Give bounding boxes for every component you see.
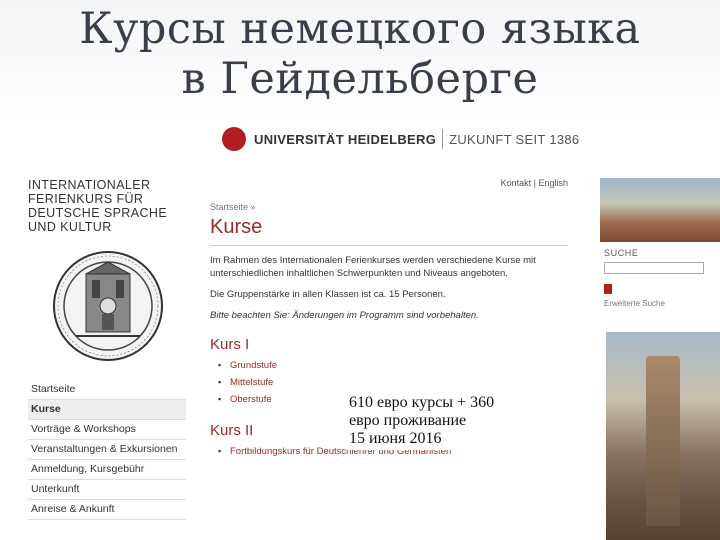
slide-title-line-1: Курсы немецкого языка: [79, 4, 641, 54]
institute-name-line: FERIENKURS FÜR: [28, 192, 144, 206]
institute-name-line: DEUTSCHE SPRACHE: [28, 206, 168, 220]
kurs-link-mittelstufe[interactable]: Mittelstufe: [218, 374, 574, 391]
sidebar-item-anmeldung[interactable]: Anmeldung, Kursgebühr: [28, 460, 186, 480]
institute-name-line: UND KULTUR: [28, 220, 112, 234]
search-label: SUCHE: [604, 248, 639, 258]
program-notice: Bitte beachten Sie: Änderungen im Progra…: [210, 310, 479, 321]
header-divider: [442, 129, 444, 149]
heading-divider: [210, 245, 568, 246]
university-logo-icon: [222, 127, 246, 151]
left-sidebar: INTERNATIONALER FERIENKURS FÜR DEUTSCHE …: [28, 178, 188, 367]
sidebar-item-veranstaltungen[interactable]: Veranstaltungen & Exkursionen: [28, 440, 186, 460]
intro-text: Im Rahmen des Internationalen Ferienkurs…: [210, 255, 536, 279]
university-name: UNIVERSITÄT HEIDELBERG: [254, 131, 437, 147]
search-input[interactable]: [604, 262, 704, 274]
slide-title: Курсы немецкого языка в Гейдельберге: [0, 4, 720, 104]
page-title: Kurse: [210, 216, 263, 238]
fountain-column: [646, 356, 680, 526]
university-seal-icon: [53, 251, 163, 361]
price-overlay-line: евро проживание: [349, 412, 467, 429]
slide-title-line-2: в Гейдельберге: [181, 54, 539, 104]
website-screenshot: UNIVERSITÄT HEIDELBERG ZUKUNFT SEIT 1386…: [0, 118, 720, 540]
sidebar-item-vortraege[interactable]: Vorträge & Workshops: [28, 420, 186, 440]
sidebar-item-startseite[interactable]: Startseite: [28, 380, 186, 400]
university-tagline: ZUKUNFT SEIT 1386: [449, 131, 580, 147]
institute-name-line: INTERNATIONALER: [28, 178, 151, 192]
university-header[interactable]: UNIVERSITÄT HEIDELBERG ZUKUNFT SEIT 1386: [222, 124, 579, 154]
institute-name[interactable]: INTERNATIONALER FERIENKURS FÜR DEUTSCHE …: [28, 178, 188, 234]
sidebar-item-unterkunft[interactable]: Unterkunft: [28, 480, 186, 500]
right-sidebar: SUCHE Erweiterte Suche: [600, 178, 720, 540]
group-size-text: Die Gruppenstärke in allen Klassen ist c…: [210, 289, 446, 300]
sidebar-item-kurse[interactable]: Kurse: [28, 400, 186, 420]
search-submit-button[interactable]: [604, 284, 612, 294]
price-overlay-line: 610 евро курсы + 360: [349, 394, 495, 411]
kurs-1-heading: Kurs I: [210, 336, 250, 353]
breadcrumb[interactable]: Startseite »: [210, 202, 574, 212]
top-links: Kontakt | English: [501, 178, 568, 188]
price-overlay: 610 евро курсы + 360 евро проживание 15 …: [345, 392, 535, 450]
top-links-separator: |: [533, 178, 536, 188]
price-overlay-line: 15 июня 2016: [349, 430, 442, 447]
heidelberg-photo: [600, 178, 720, 242]
kurs-link-grundstufe[interactable]: Grundstufe: [218, 357, 574, 374]
sidebar-item-anreise[interactable]: Anreise & Ankunft: [28, 500, 186, 520]
sidebar-navigation: Startseite Kurse Vorträge & Workshops Ve…: [28, 380, 186, 520]
advanced-search-link[interactable]: Erweiterte Suche: [604, 299, 720, 308]
contact-link[interactable]: Kontakt: [501, 178, 532, 188]
fountain-photo: [606, 332, 720, 540]
english-link[interactable]: English: [538, 178, 568, 188]
